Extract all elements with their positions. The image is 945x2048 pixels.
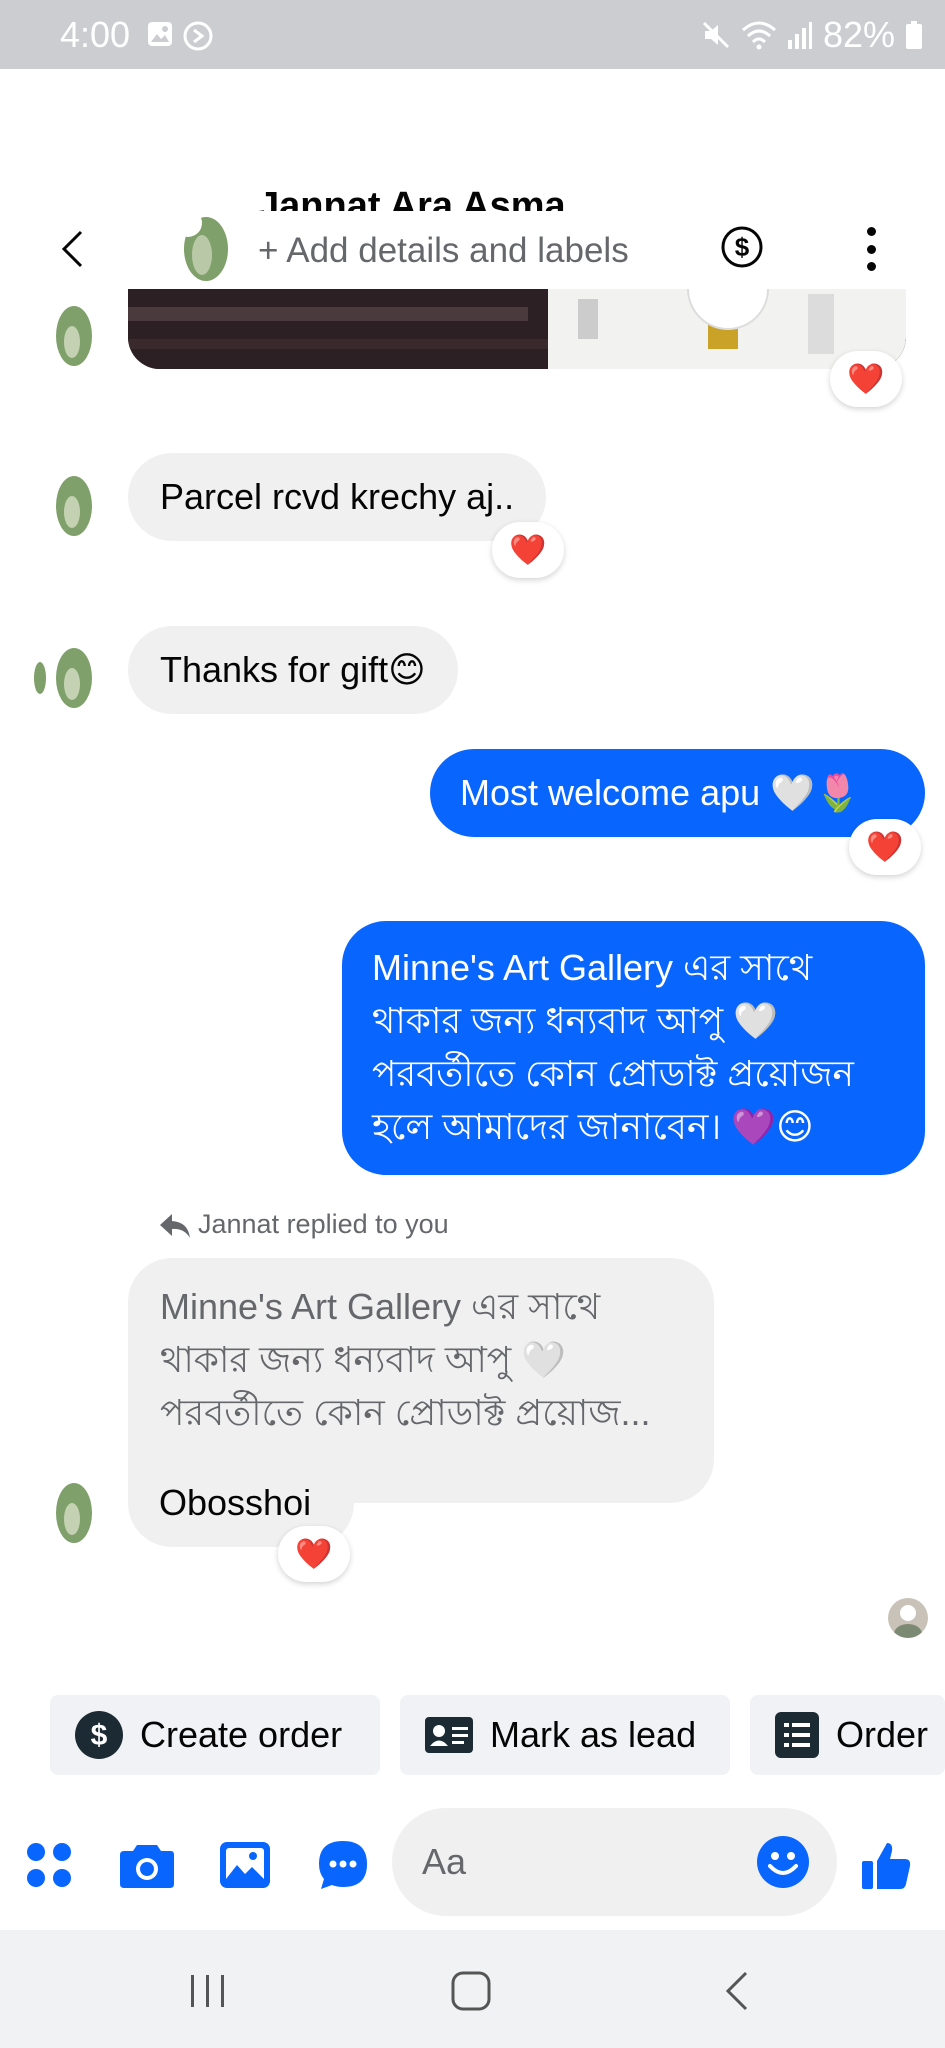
quick-actions-bar: $ Create order Mark as lead Order xyxy=(0,1695,945,1775)
sender-avatar[interactable] xyxy=(30,1479,98,1547)
mark-as-lead-button[interactable]: Mark as lead xyxy=(400,1695,730,1775)
four-dots-menu-icon xyxy=(27,1843,71,1887)
wifi-icon xyxy=(741,21,776,50)
reply-indicator: Jannat replied to you xyxy=(158,1209,449,1240)
svg-text:$: $ xyxy=(91,1719,108,1752)
avatar-image xyxy=(30,644,98,712)
camera-icon xyxy=(120,1845,174,1888)
incoming-message[interactable]: Parcel rcvd krechy aj.. xyxy=(128,453,547,541)
home-icon xyxy=(451,1971,491,2011)
message-input-wrapper[interactable] xyxy=(392,1808,837,1916)
mark-as-lead-label: Mark as lead xyxy=(490,1714,697,1755)
chat-bubble-icon xyxy=(319,1841,367,1889)
status-bar: 4:00 82% xyxy=(0,0,945,69)
signal-icon xyxy=(787,22,812,49)
reply-label-text: Jannat replied to you xyxy=(198,1209,449,1239)
heart-reaction: ❤️ xyxy=(295,1537,333,1571)
outgoing-message[interactable]: Minne's Art Gallery এর সাথে থাকার জন্য ধ… xyxy=(342,921,925,1175)
sender-avatar[interactable] xyxy=(30,644,98,712)
back-icon xyxy=(725,1971,748,2011)
create-order-button[interactable]: $ Create order xyxy=(50,1695,380,1775)
list-document-icon xyxy=(775,1712,819,1758)
product-photo xyxy=(128,289,906,369)
message-thread[interactable]: ❤️ Parcel rcvd krechy aj.. ❤️ Thanks for… xyxy=(0,289,945,1679)
chevron-left-icon xyxy=(61,230,83,268)
create-order-label: Create order xyxy=(140,1714,343,1755)
seen-indicator-avatar xyxy=(888,1598,928,1638)
home-button[interactable] xyxy=(441,1966,501,2016)
gallery-notification-icon xyxy=(148,22,172,46)
image-attachment[interactable] xyxy=(128,289,906,369)
emoji-button[interactable] xyxy=(755,1834,811,1890)
reply-arrow-icon xyxy=(160,1213,190,1238)
recent-apps-button[interactable] xyxy=(178,1966,238,2016)
chat-button[interactable] xyxy=(314,1836,372,1894)
mute-icon xyxy=(702,21,729,49)
more-dot xyxy=(866,244,876,254)
sender-avatar[interactable] xyxy=(30,472,98,540)
dollar-circle-icon: $ xyxy=(75,1711,123,1759)
conversation-header: Jannat Ara Asma + Add details and labels… xyxy=(0,69,945,289)
contact-name[interactable]: Jannat Ara Asma xyxy=(258,171,618,211)
more-dot xyxy=(866,227,876,236)
heart-reaction: ❤️ xyxy=(866,830,904,864)
status-time: 4:00 xyxy=(60,14,131,55)
battery-icon xyxy=(906,21,922,49)
reaction-badge[interactable]: ❤️ xyxy=(278,1526,350,1582)
more-options-button[interactable] xyxy=(862,227,880,271)
contact-avatar[interactable] xyxy=(158,209,236,287)
message-composer xyxy=(0,1800,945,1930)
dollar-circle-icon: $ xyxy=(721,226,763,268)
reaction-badge[interactable]: ❤️ xyxy=(830,351,902,407)
avatar-image xyxy=(158,209,236,287)
svg-text:$: $ xyxy=(735,232,750,262)
system-back-button[interactable] xyxy=(706,1966,766,2016)
heart-reaction: ❤️ xyxy=(847,362,885,396)
heart-reaction: ❤️ xyxy=(509,533,547,567)
battery-percent: 82% xyxy=(822,14,895,55)
incoming-message[interactable]: Thanks for gift😊 xyxy=(128,626,458,714)
avatar-image xyxy=(888,1598,928,1638)
id-card-icon xyxy=(425,1717,473,1753)
add-details-labels[interactable]: + Add details and labels xyxy=(258,224,638,277)
system-navigation-bar xyxy=(0,1930,945,2048)
image-icon xyxy=(220,1842,270,1888)
payment-button[interactable]: $ xyxy=(720,225,764,269)
smiley-icon xyxy=(757,1836,809,1888)
thumbs-up-icon xyxy=(862,1843,911,1889)
recent-apps-icon xyxy=(191,1975,224,2007)
outgoing-message[interactable]: Most welcome apu 🤍🌷 xyxy=(430,749,925,837)
more-dot xyxy=(866,262,876,271)
reaction-badge[interactable]: ❤️ xyxy=(849,819,921,875)
avatar-image xyxy=(30,472,98,540)
back-button[interactable] xyxy=(52,219,92,279)
order-button[interactable]: Order xyxy=(750,1695,945,1775)
reaction-badge[interactable]: ❤️ xyxy=(492,522,564,578)
order-label: Order xyxy=(836,1714,929,1755)
avatar-image xyxy=(30,1479,98,1547)
sender-avatar[interactable] xyxy=(30,302,98,370)
like-button[interactable] xyxy=(857,1836,915,1894)
gallery-button[interactable] xyxy=(216,1836,274,1894)
avatar-image xyxy=(30,302,98,370)
sync-notification-icon xyxy=(183,21,213,51)
message-input[interactable] xyxy=(422,1808,742,1916)
more-actions-button[interactable] xyxy=(20,1836,78,1894)
camera-button[interactable] xyxy=(118,1836,176,1894)
